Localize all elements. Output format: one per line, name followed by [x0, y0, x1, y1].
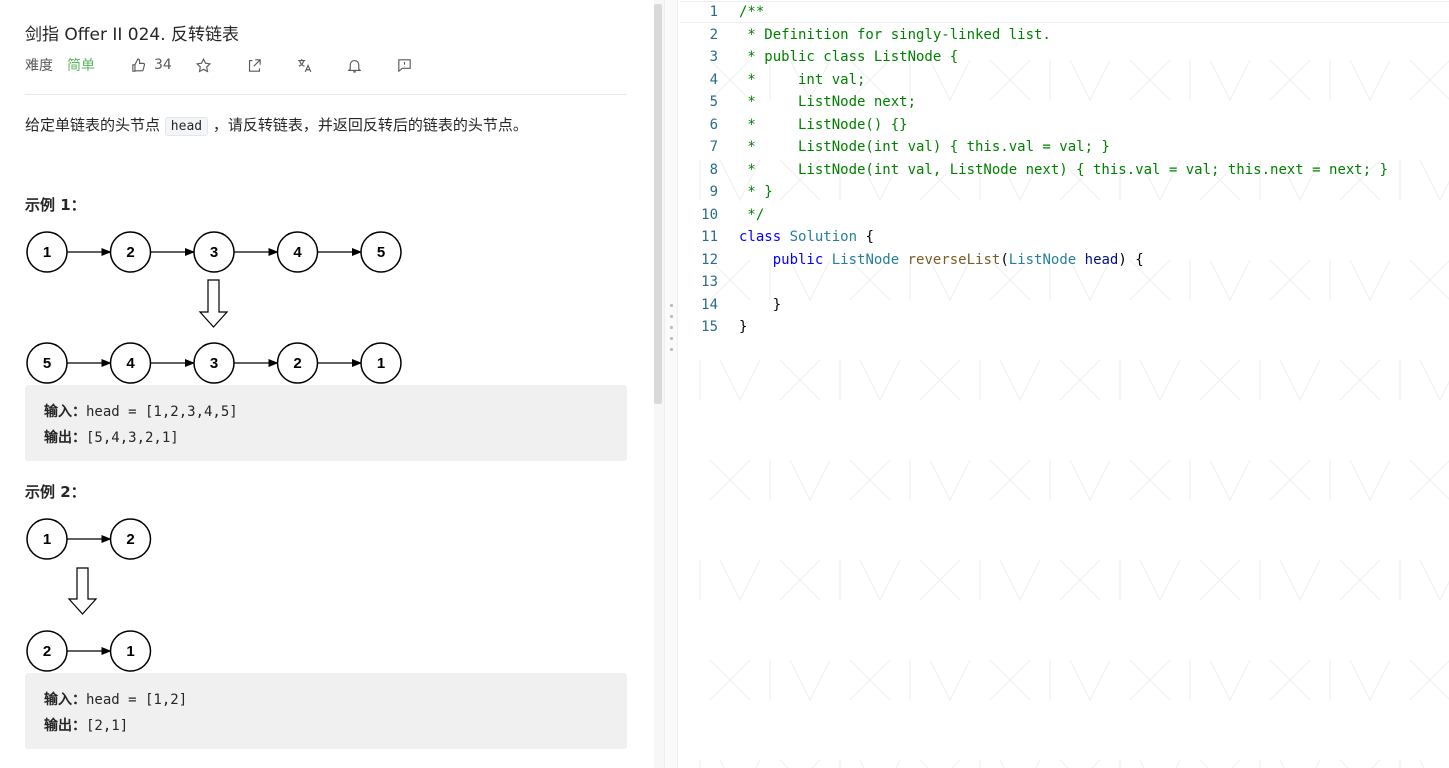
- list-node-value: 2: [126, 531, 134, 548]
- line-number: 12: [701, 251, 718, 268]
- code-line[interactable]: /**: [739, 1, 764, 23]
- problem-description-panel: 剑指 Offer II 024. 反转链表 难度 简单 34 给定单链表的头节点…: [0, 0, 654, 768]
- line-number: 2: [709, 26, 718, 43]
- list-node-value: 1: [377, 355, 385, 372]
- output-value: [5,4,3,2,1]: [86, 430, 179, 446]
- list-node-value: 5: [377, 244, 385, 261]
- list-node-value: 1: [43, 244, 51, 261]
- input-label: 输入：: [44, 692, 86, 708]
- linked-list-diagrams: 1 2 3 4 5 5 4 3 2 1 1 2 2 1: [26, 231, 402, 672]
- line-number: 1: [709, 4, 718, 20]
- list-node-value: 2: [43, 643, 51, 660]
- example-2-io: 输入：head = [1,2] 输出：[2,1]: [25, 673, 627, 749]
- example-1-io: 输入：head = [1,2,3,4,5] 输出：[5,4,3,2,1]: [25, 385, 627, 461]
- list-node-value: 1: [43, 531, 51, 548]
- line-number: 7: [709, 139, 718, 155]
- code-line[interactable]: class Solution {: [739, 226, 874, 248]
- code-line[interactable]: * ListNode(int val, ListNode next) { thi…: [739, 159, 1388, 181]
- output-value: [2,1]: [86, 718, 129, 734]
- code-line[interactable]: public ListNode reverseList(ListNode hea…: [739, 249, 1144, 271]
- line-number: 14: [701, 296, 718, 313]
- output-label: 输出：: [44, 718, 86, 734]
- input-label: 输入：: [44, 404, 86, 420]
- code-line[interactable]: * ListNode next;: [739, 91, 916, 113]
- input-value: head = [1,2]: [86, 692, 188, 708]
- line-number: 10: [701, 206, 718, 223]
- line-number: 13: [701, 274, 718, 290]
- list-node-value: 2: [126, 244, 134, 261]
- line-number: 8: [709, 161, 718, 178]
- line-number: 9: [709, 184, 718, 200]
- panel-resize-handle[interactable]: [664, 0, 678, 768]
- code-line[interactable]: * public class ListNode {: [739, 46, 958, 68]
- down-arrow-icon: [67, 567, 98, 615]
- list-node-value: 4: [293, 244, 302, 261]
- code-editor[interactable]: 1 2 3 4 5 6 7 8 9 10 11 12 13 14 15 /** * Definition f…: [680, 0, 1449, 768]
- example-2-title: 示例 2：: [25, 483, 86, 501]
- code-line[interactable]: }: [739, 294, 781, 316]
- list-node-value: 3: [210, 355, 218, 372]
- current-line-highlight: [680, 1, 1449, 23]
- list-node-value: 1: [126, 643, 134, 660]
- line-number: 3: [709, 49, 718, 65]
- list-node-value: 4: [126, 355, 135, 372]
- line-number: 4: [709, 71, 718, 88]
- description-scrollbar-thumb[interactable]: [654, 4, 662, 404]
- line-number: 5: [709, 94, 718, 110]
- list-node-value: 3: [210, 244, 218, 261]
- input-value: head = [1,2,3,4,5]: [86, 404, 238, 420]
- code-line[interactable]: * int val;: [739, 69, 865, 91]
- code-line[interactable]: * Definition for singly-linked list.: [739, 24, 1050, 46]
- down-arrow-icon: [198, 279, 229, 328]
- code-line[interactable]: * ListNode() {}: [739, 114, 907, 136]
- list-node-value: 5: [43, 355, 51, 372]
- code-line[interactable]: */: [739, 204, 764, 226]
- code-line[interactable]: * }: [739, 181, 772, 203]
- output-label: 输出：: [44, 430, 86, 446]
- line-number: 15: [701, 319, 718, 335]
- line-number: 6: [709, 116, 718, 133]
- list-node-value: 2: [293, 355, 301, 372]
- code-line[interactable]: }: [739, 316, 747, 338]
- line-number: 11: [701, 229, 718, 245]
- code-line[interactable]: * ListNode(int val) { this.val = val; }: [739, 136, 1109, 158]
